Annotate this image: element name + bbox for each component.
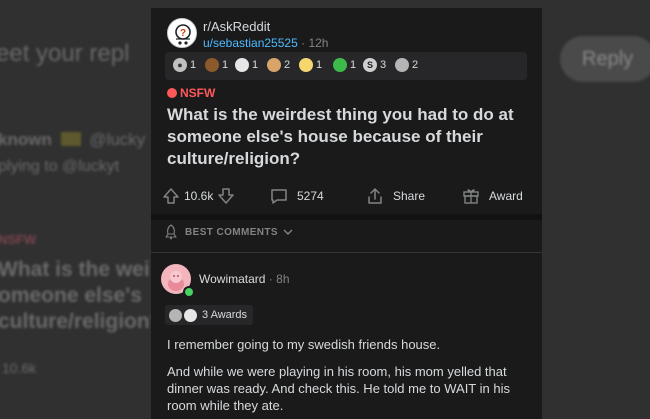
bg-author: known @lucky — [0, 130, 145, 150]
upvote-icon[interactable] — [161, 186, 181, 206]
comment-paragraph: I remember going to my swedish friends h… — [167, 337, 441, 352]
post-score: 10.6k — [184, 189, 214, 203]
snoo-award-icon — [235, 58, 249, 72]
comment-awards-label: 3 Awards — [202, 309, 248, 321]
sort-label: BEST COMMENTS — [185, 226, 278, 238]
askreddit-logo-icon: ? — [175, 24, 191, 45]
nsfw-icon — [167, 88, 177, 98]
comment-meta: Wowimatard · 8h — [199, 272, 290, 286]
meta-separator: · — [301, 36, 306, 50]
share-button[interactable]: Share — [365, 184, 425, 208]
subreddit-icon[interactable]: ? — [167, 18, 197, 48]
rocket-icon — [165, 224, 177, 240]
comment-awards[interactable]: 3 Awards — [165, 305, 254, 325]
reddit-post-card: ? r/AskReddit u/sebastian25525 · 12h ● 1 … — [151, 8, 542, 419]
hands-award-icon — [169, 308, 182, 322]
bg-reply-button: Reply — [560, 36, 650, 82]
comment-paragraph: And while we were playing in his room, h… — [167, 364, 510, 413]
comment-age: 8h — [276, 272, 290, 286]
award-dog: 2 — [267, 58, 290, 74]
bg-replying-to: plying to @luckyt — [0, 158, 120, 175]
lizard-award-icon — [333, 58, 347, 72]
award-snoo: 1 — [235, 58, 258, 74]
bg-composer-placeholder: eet your repl — [0, 40, 130, 67]
nsfw-tag: NSFW — [167, 86, 215, 100]
downvote-icon[interactable] — [216, 186, 236, 206]
silver-award-icon: ● — [173, 58, 187, 72]
comments-divider — [151, 252, 542, 253]
svg-text:?: ? — [180, 28, 186, 39]
award-lizard: 1 — [333, 58, 356, 74]
dog-award-icon — [267, 58, 281, 72]
bg-author-handle: @lucky — [89, 130, 146, 149]
bg-title-line-1: What is the wei — [0, 258, 150, 281]
award-label: Award — [489, 189, 523, 203]
bg-author-name: known — [0, 130, 52, 149]
share-icon — [368, 188, 382, 204]
award-poop: 1 — [205, 58, 228, 74]
post-age: 12h — [308, 36, 329, 50]
hands-award-icon — [395, 58, 409, 72]
online-status-dot — [183, 286, 195, 298]
comments-button[interactable]: 5274 — [269, 184, 324, 208]
bg-title-line-2: omeone else's — [0, 284, 142, 307]
subreddit-name[interactable]: r/AskReddit — [203, 19, 270, 34]
comment-author[interactable]: Wowimatard — [199, 272, 265, 286]
comment-count: 5274 — [297, 189, 324, 203]
chevron-down-icon — [283, 229, 293, 235]
award-stars: 1 — [299, 58, 322, 74]
bg-title-line-3: culture/religion? — [0, 310, 163, 333]
poop-award-icon — [205, 58, 219, 72]
post-actions: 10.6k 5274 Share Award — [151, 184, 542, 210]
gift-icon — [463, 189, 479, 204]
post-meta: u/sebastian25525 · 12h — [203, 36, 328, 50]
stars-award-icon — [299, 58, 313, 72]
post-title[interactable]: What is the weirdest thing you had to do… — [167, 104, 531, 170]
vote-group: 10.6k — [161, 184, 236, 208]
comment-sort-selector[interactable]: BEST COMMENTS — [163, 224, 294, 240]
bg-nsfw: NSFW — [0, 232, 37, 247]
comment-body: I remember going to my swedish friends h… — [167, 336, 522, 419]
post-awards-bar[interactable]: ● 1 1 1 2 1 1 S3 2 — [165, 52, 527, 80]
award-hands: 2 — [395, 58, 418, 74]
dollar-award-icon: S — [363, 58, 377, 72]
comment-icon — [271, 189, 287, 204]
bg-flag-icon — [60, 132, 81, 146]
bg-score: 10.6k — [2, 360, 37, 376]
section-divider — [151, 214, 542, 220]
award-button[interactable]: Award — [461, 184, 523, 208]
share-label: Share — [393, 189, 426, 203]
snoo-award-icon — [184, 308, 197, 322]
award-silver: ● 1 — [173, 58, 196, 74]
award-dollar: S3 — [363, 58, 386, 74]
post-author[interactable]: u/sebastian25525 — [203, 36, 298, 50]
comment-separator: · — [268, 272, 273, 286]
